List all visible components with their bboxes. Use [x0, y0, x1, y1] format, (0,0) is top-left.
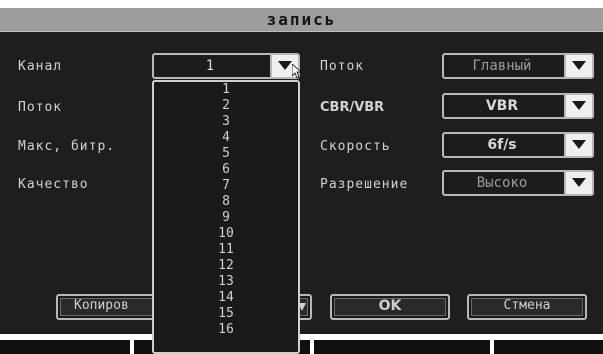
channel-option[interactable]: 12 — [154, 258, 298, 274]
channel-option[interactable]: 15 — [154, 306, 298, 322]
channel-option[interactable]: 11 — [154, 242, 298, 258]
stream-label-left: Поток — [18, 100, 63, 115]
stream-select[interactable]: Главный — [442, 53, 594, 79]
quality-label: Качество — [18, 177, 89, 192]
taskbar-segment — [0, 340, 130, 354]
ok-button[interactable]: OK — [330, 294, 450, 320]
resolution-label: Разрешение — [320, 177, 409, 192]
channel-select-value: 1 — [205, 58, 215, 74]
stream-select-value: Главный — [472, 58, 532, 74]
channel-options: 1 2 3 4 5 6 7 8 9 10 11 12 13 14 15 16 — [154, 82, 298, 338]
speed-dropdown-button[interactable] — [564, 134, 592, 156]
cbr-vbr-dropdown-button[interactable] — [564, 95, 592, 117]
channel-dropdown-list[interactable]: 1 2 3 4 5 6 7 8 9 10 11 12 13 14 15 16 — [152, 80, 300, 354]
channel-option[interactable]: 16 — [154, 322, 298, 338]
cancel-button[interactable]: Стмена — [467, 294, 587, 320]
resolution-select-value: Высоко — [476, 175, 528, 191]
taskbar-segment — [314, 340, 490, 354]
speed-select-value: 6f/s — [487, 137, 517, 153]
channel-label: Канал — [18, 59, 63, 74]
resolution-dropdown-button[interactable] — [564, 172, 592, 194]
speed-select[interactable]: 6f/s — [442, 132, 594, 158]
channel-option[interactable]: 3 — [154, 114, 298, 130]
dialog-titlebar: запись — [0, 8, 603, 32]
stream-dropdown-button[interactable] — [564, 55, 592, 77]
channel-option[interactable]: 10 — [154, 226, 298, 242]
stream-label-right: Поток — [320, 59, 365, 74]
taskbar-segment — [494, 340, 603, 354]
copy-button-label: Копиров — [74, 298, 129, 313]
channel-option[interactable]: 2 — [154, 98, 298, 114]
channel-option[interactable]: 6 — [154, 162, 298, 178]
cbr-vbr-label: CBR/VBR — [320, 100, 385, 115]
speed-label: Скорость — [320, 139, 391, 154]
bottom-strip — [0, 334, 603, 354]
resolution-select[interactable]: Высоко — [442, 170, 594, 196]
channel-option[interactable]: 9 — [154, 210, 298, 226]
channel-option[interactable]: 7 — [154, 178, 298, 194]
cbr-vbr-select[interactable]: VBR — [442, 93, 594, 119]
dialog-title: запись — [266, 10, 337, 29]
record-dialog: запись Канал Поток Макс, битр. Качество … — [0, 8, 603, 334]
channel-option[interactable]: 1 — [154, 82, 298, 98]
channel-option[interactable]: 8 — [154, 194, 298, 210]
channel-select[interactable]: 1 — [152, 53, 300, 79]
channel-option[interactable]: 14 — [154, 290, 298, 306]
cbr-vbr-select-value: VBR — [485, 98, 519, 114]
max-bitrate-label: Макс, битр. — [18, 139, 116, 154]
channel-option[interactable]: 4 — [154, 130, 298, 146]
channel-option[interactable]: 5 — [154, 146, 298, 162]
channel-option[interactable]: 13 — [154, 274, 298, 290]
mouse-pointer-icon — [291, 63, 303, 82]
